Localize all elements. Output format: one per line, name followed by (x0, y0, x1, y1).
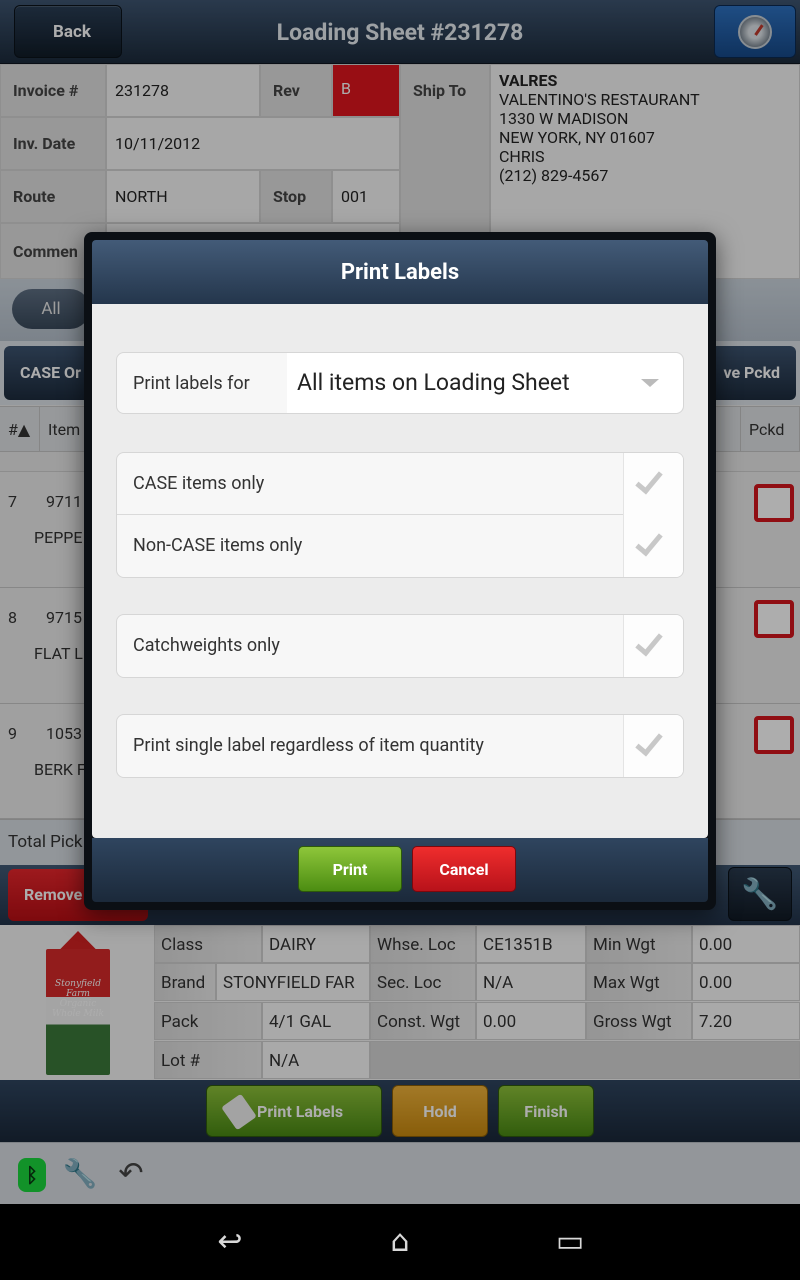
nav-recents-icon[interactable]: ▭ (540, 1224, 600, 1260)
print-button[interactable]: Print (298, 846, 402, 892)
system-nav-bar: ↩ ⌂ ▭ (0, 1204, 800, 1280)
print-labels-for-select[interactable]: All items on Loading Sheet (287, 353, 683, 413)
print-labels-for-row: Print labels for All items on Loading Sh… (116, 352, 684, 414)
non-case-items-only-label: Non-CASE items only (133, 535, 303, 556)
nav-back-icon[interactable]: ↩ (200, 1224, 260, 1260)
check-icon (635, 627, 663, 657)
print-labels-for-value: All items on Loading Sheet (297, 369, 570, 396)
print-labels-for-label: Print labels for (133, 373, 250, 394)
single-label-checkbox[interactable] (623, 715, 683, 777)
print-labels-dialog: Print Labels Print labels for All items … (84, 232, 716, 910)
catchweights-group: Catchweights only (116, 614, 684, 678)
check-icon (635, 465, 663, 495)
catchweights-only-checkbox[interactable] (623, 615, 683, 677)
non-case-items-only-row[interactable]: Non-CASE items only (117, 515, 683, 577)
non-case-items-only-checkbox[interactable] (623, 515, 683, 577)
single-label-group: Print single label regardless of item qu… (116, 714, 684, 778)
check-icon (635, 727, 663, 757)
dialog-body: Print labels for All items on Loading Sh… (92, 304, 708, 838)
cancel-button[interactable]: Cancel (412, 846, 516, 892)
dialog-footer: Print Cancel (92, 838, 708, 902)
nav-home-icon[interactable]: ⌂ (370, 1224, 430, 1260)
catchweights-only-label: Catchweights only (133, 635, 280, 656)
case-filter-group: CASE items only Non-CASE items only (116, 452, 684, 578)
chevron-down-icon (641, 379, 659, 387)
single-label-label: Print single label regardless of item qu… (133, 735, 484, 756)
check-icon (635, 527, 663, 557)
dialog-title: Print Labels (92, 240, 708, 304)
single-label-row[interactable]: Print single label regardless of item qu… (117, 715, 683, 777)
case-items-only-checkbox[interactable] (623, 453, 683, 515)
catchweights-only-row[interactable]: Catchweights only (117, 615, 683, 677)
case-items-only-row[interactable]: CASE items only (117, 453, 683, 515)
case-items-only-label: CASE items only (133, 473, 265, 494)
